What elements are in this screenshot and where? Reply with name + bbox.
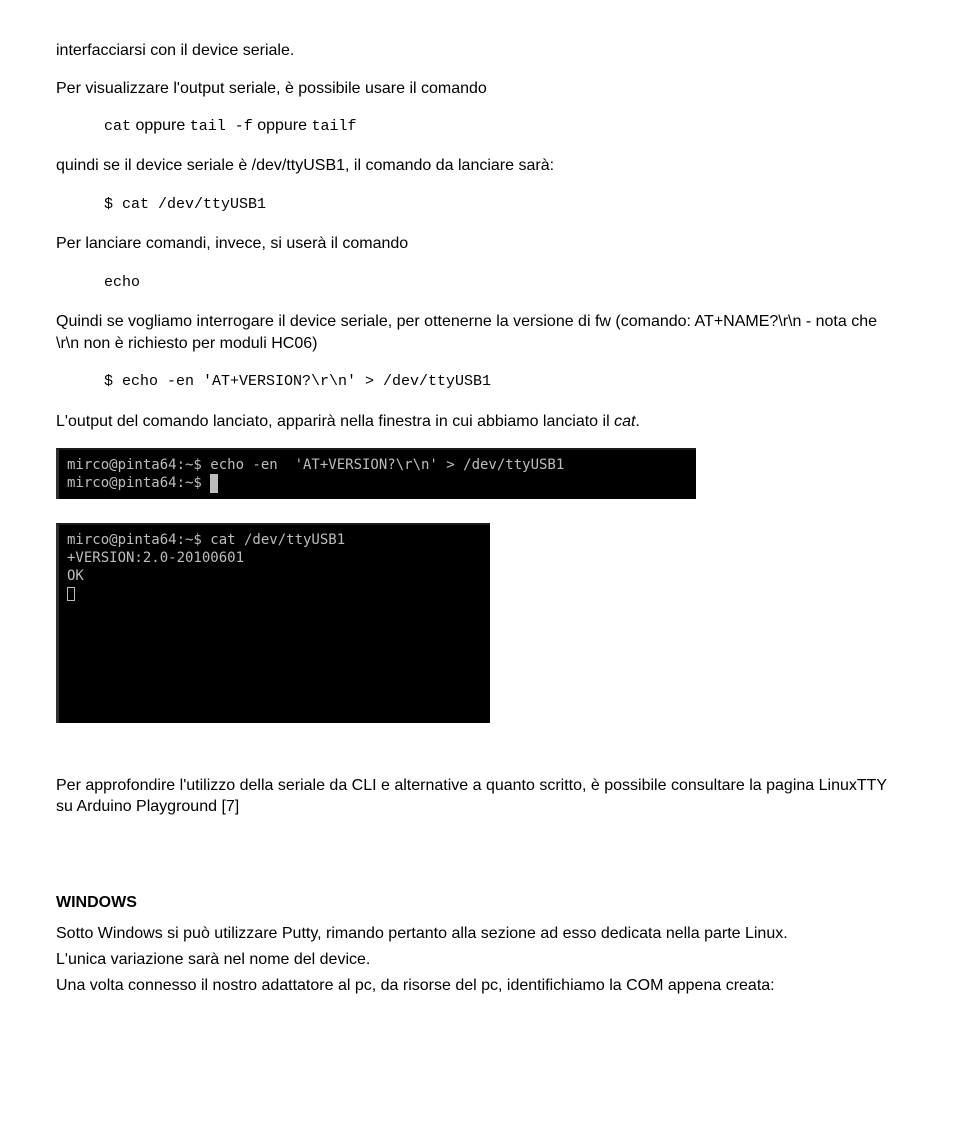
terminal-cat-line3: OK xyxy=(67,568,84,584)
paragraph-interrogate: Quindi se vogliamo interrogare il device… xyxy=(56,311,904,354)
paragraph-device: quindi se il device seriale è /dev/ttyUS… xyxy=(56,155,904,177)
output-text-c: . xyxy=(635,413,639,430)
cmd-echo: echo xyxy=(104,274,140,291)
cmd-tailf: tailf xyxy=(311,118,356,135)
cmd-cat: cat xyxy=(104,118,131,135)
output-cat-ital: cat xyxy=(614,413,635,430)
terminal-echo-screenshot: mirco@pinta64:~$ echo -en 'AT+VERSION?\r… xyxy=(56,448,696,498)
terminal-cat-line2: +VERSION:2.0-20100601 xyxy=(67,550,244,566)
terminal-cat-line1: mirco@pinta64:~$ cat /dev/ttyUSB1 xyxy=(67,532,345,548)
intro-text: interfacciarsi con il device seriale. xyxy=(56,40,904,62)
paragraph-windows-com: Una volta connesso il nostro adattatore … xyxy=(56,975,904,997)
terminal-cat-screenshot: mirco@pinta64:~$ cat /dev/ttyUSB1 +VERSI… xyxy=(56,523,490,723)
paragraph-windows-name: L'unica variazione sarà nel nome del dev… xyxy=(56,949,904,971)
cmd-echo-en: $ echo -en 'AT+VERSION?\r\n' > /dev/ttyU… xyxy=(104,373,491,390)
paragraph-output: L'output del comando lanciato, apparirà … xyxy=(56,411,904,433)
paragraph-launch: Per lanciare comandi, invece, si userà i… xyxy=(56,233,904,255)
sep-1: oppure xyxy=(131,117,190,134)
cmd-tail-f: tail -f xyxy=(190,118,253,135)
cursor-icon xyxy=(210,474,218,492)
cmd-cat-dev: $ cat /dev/ttyUSB1 xyxy=(104,196,266,213)
paragraph-deepen: Per approfondire l'utilizzo della serial… xyxy=(56,775,904,818)
terminal-echo-content: mirco@pinta64:~$ echo -en 'AT+VERSION?\r… xyxy=(67,457,564,491)
heading-windows: WINDOWS xyxy=(56,892,904,914)
output-text-a: L'output del comando lanciato, apparirà … xyxy=(56,413,614,430)
paragraph-visualize: Per visualizzare l'output seriale, è pos… xyxy=(56,78,904,100)
paragraph-windows-putty: Sotto Windows si può utilizzare Putty, r… xyxy=(56,923,904,945)
sep-2: oppure xyxy=(253,117,312,134)
cursor-outline-icon xyxy=(67,587,75,601)
